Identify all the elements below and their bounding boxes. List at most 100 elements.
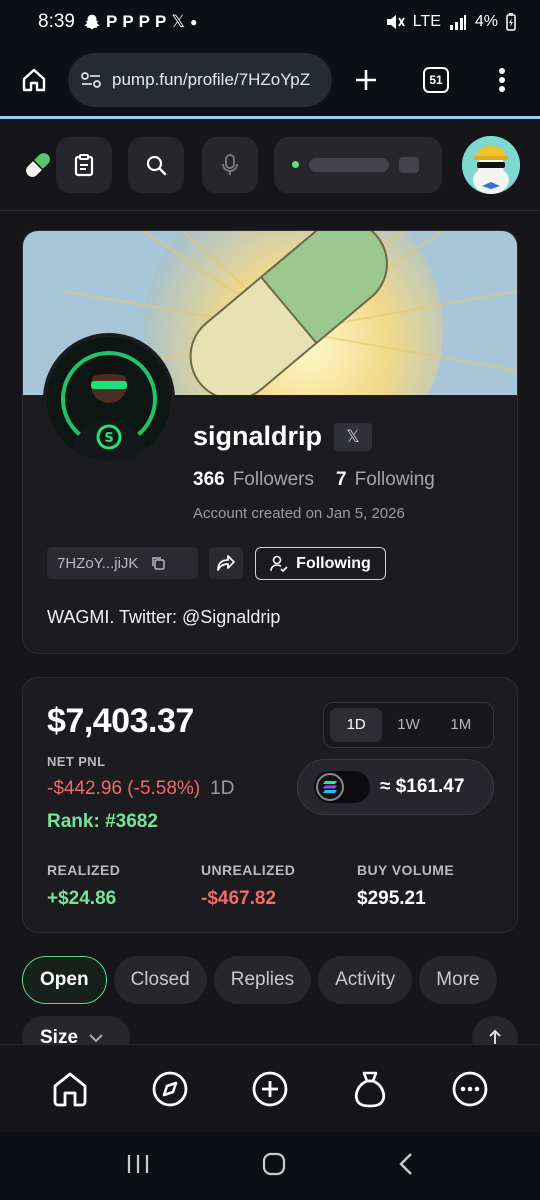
browser-menu-button[interactable]: [482, 60, 522, 100]
signal-icon: [449, 15, 466, 30]
rank: Rank: #3682: [47, 811, 158, 832]
unrealized-value: -$467.82: [201, 888, 277, 909]
clipboard-icon: [74, 153, 94, 176]
following-button-label: Following: [296, 554, 371, 572]
search-icon: [146, 155, 167, 175]
browser-toolbar: pump.fun/profile/7HZoYpZ 51: [0, 44, 540, 116]
pill-logo-icon[interactable]: [20, 147, 56, 183]
x-icon: 𝕏: [171, 12, 186, 31]
followers-stat[interactable]: 366 Followers: [193, 469, 314, 491]
search-button[interactable]: [128, 136, 184, 193]
nav-create[interactable]: [245, 1064, 295, 1114]
sol-currency-toggle[interactable]: ≈ $161.47: [297, 759, 494, 815]
system-home-button[interactable]: [261, 1151, 287, 1182]
solana-icon: [316, 773, 344, 801]
status-time: 8:39: [38, 11, 75, 32]
realized-stat: REALIZED +$24.86: [47, 862, 120, 910]
network-type: LTE: [412, 13, 441, 30]
nav-home[interactable]: [45, 1064, 95, 1114]
compass-icon: [152, 1071, 188, 1106]
p-icon: P: [105, 12, 118, 31]
user-avatar[interactable]: [462, 135, 520, 194]
tab-switcher-button[interactable]: 51: [416, 60, 456, 100]
home-icon: [53, 1072, 87, 1106]
profile-card: S signaldrip 𝕏 366 Followers 7 Following A…: [22, 230, 518, 654]
username-row: signaldrip 𝕏: [193, 421, 373, 452]
net-pnl-period: 1D: [210, 778, 235, 799]
following-button[interactable]: Following: [255, 547, 386, 580]
recent-apps-button[interactable]: [126, 1153, 150, 1180]
battery-charging-icon: [506, 13, 516, 31]
bottom-nav: [0, 1044, 540, 1132]
unrealized-label: UNREALIZED: [201, 862, 296, 878]
period-selector: 1D 1W 1M: [323, 702, 494, 748]
tab-activity[interactable]: Activity: [318, 956, 413, 1004]
pnl-card: $7,403.37 NET PNL -$442.96 (-5.58%) 1D R…: [22, 677, 518, 933]
home-icon: [22, 68, 46, 92]
user-check-icon: [270, 555, 288, 572]
clipboard-button[interactable]: [56, 136, 112, 193]
loading-placeholder: [399, 156, 419, 173]
money-bag-icon: [354, 1071, 386, 1107]
buy-volume-stat: BUY VOLUME $295.21: [357, 862, 454, 910]
wallet-address: 7HZoY...jiJK: [57, 554, 139, 572]
following-label: Following: [354, 469, 435, 490]
profile-bio: WAGMI. Twitter: @Signaldrip: [47, 607, 281, 627]
share-button[interactable]: [209, 547, 243, 579]
url-bar[interactable]: pump.fun/profile/7HZoYpZ: [68, 53, 332, 107]
net-pnl-row: -$442.96 (-5.58%) 1D: [47, 778, 234, 800]
new-tab-button[interactable]: [346, 60, 386, 100]
p-icon: P: [138, 12, 151, 31]
follow-stats: 366 Followers 7 Following: [193, 469, 435, 491]
recent-apps-icon: [127, 1154, 148, 1173]
system-back-button[interactable]: [398, 1151, 414, 1182]
period-1m[interactable]: 1M: [435, 708, 487, 742]
tab-replies[interactable]: Replies: [213, 956, 312, 1004]
create-icon: [252, 1071, 288, 1106]
back-icon: [399, 1152, 413, 1175]
status-bar: 8:39 P P P P 𝕏 ● LTE 4%: [0, 0, 540, 44]
account-created: Account created on Jan 5, 2026: [193, 505, 405, 522]
browser-home-button[interactable]: [14, 60, 54, 100]
username: signaldrip: [193, 421, 323, 451]
net-pnl-label: NET PNL: [47, 754, 106, 769]
loading-placeholder: [309, 157, 389, 172]
more-icon: [452, 1071, 488, 1106]
system-nav-bar: [0, 1132, 540, 1200]
battery-percent: 4%: [474, 13, 498, 30]
x-link-icon[interactable]: 𝕏: [334, 422, 373, 451]
account-status-pill[interactable]: [274, 136, 442, 193]
tab-more[interactable]: More: [419, 956, 497, 1004]
tab-open[interactable]: Open: [22, 956, 107, 1004]
profile-picture: S: [43, 333, 175, 465]
dot-icon: ●: [190, 15, 198, 29]
followers-count: 366: [193, 469, 225, 490]
net-pnl-value: -$442.96 (-5.58%): [47, 778, 201, 799]
url-text: pump.fun/profile/7HZoYpZ: [112, 70, 311, 89]
app-header: [0, 119, 540, 211]
profile-tabs: Open Closed Replies Activity More: [22, 956, 540, 1004]
microphone-icon: [222, 153, 238, 175]
sol-value: ≈ $161.47: [380, 776, 465, 797]
buy-volume-label: BUY VOLUME: [357, 862, 455, 878]
realized-value: +$24.86: [47, 888, 117, 909]
realized-label: REALIZED: [47, 862, 121, 878]
toggle-track[interactable]: [314, 771, 370, 803]
system-home-icon: [262, 1152, 286, 1175]
voice-button[interactable]: [202, 136, 258, 193]
p-icon: P: [155, 12, 167, 31]
period-1d[interactable]: 1D: [330, 708, 383, 742]
mute-icon: [386, 15, 405, 29]
buy-volume-value: $295.21: [357, 888, 426, 909]
notification-icons: P P P P 𝕏 ●: [83, 12, 197, 32]
nav-more[interactable]: [445, 1064, 495, 1114]
nav-wallet[interactable]: [345, 1064, 395, 1114]
copy-icon[interactable]: [150, 555, 166, 571]
following-stat[interactable]: 7 Following: [336, 469, 435, 491]
period-1w[interactable]: 1W: [382, 708, 434, 742]
chevron-down-icon: [89, 1034, 103, 1043]
wallet-address-chip[interactable]: 7HZoY...jiJK: [47, 547, 198, 579]
tab-count: 51: [423, 67, 449, 93]
tab-closed[interactable]: Closed: [113, 956, 207, 1004]
nav-explore[interactable]: [145, 1064, 195, 1114]
